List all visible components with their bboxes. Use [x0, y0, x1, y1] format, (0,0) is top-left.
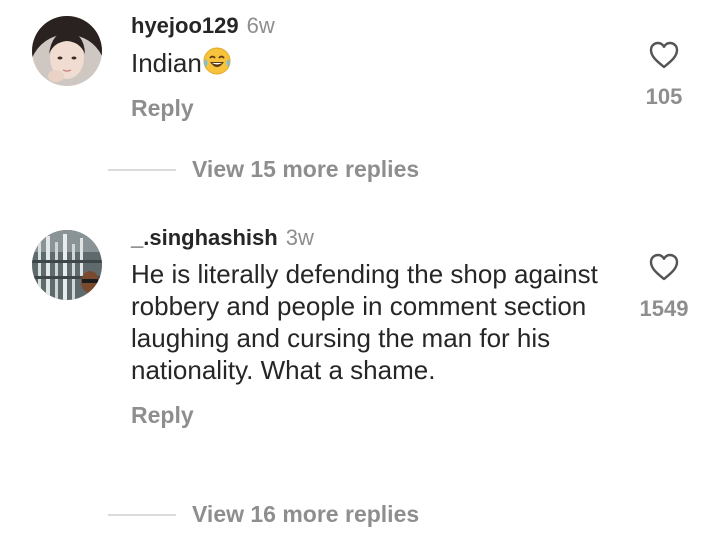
view-more-replies-label[interactable]: View 15 more replies	[192, 156, 419, 183]
comment-time: 3w	[285, 225, 314, 250]
comment-meta: _.singhashish 3w	[131, 224, 601, 252]
view-more-replies-label[interactable]: View 16 more replies	[192, 501, 419, 528]
reply-button[interactable]: Reply	[131, 402, 601, 429]
view-more-replies[interactable]: View 15 more replies	[108, 156, 419, 183]
face-with-tears-of-joy-icon	[202, 46, 232, 76]
heart-icon[interactable]	[648, 252, 680, 282]
like-count: 1549	[639, 296, 689, 321]
username[interactable]: hyejoo129	[131, 13, 239, 38]
reply-button[interactable]: Reply	[131, 95, 275, 122]
username[interactable]: _.singhashish	[131, 225, 278, 250]
comment-text-content: Indian	[131, 48, 202, 78]
avatar[interactable]	[32, 16, 102, 86]
comment-text: He is literally defending the shop again…	[131, 259, 598, 385]
heart-icon[interactable]	[648, 40, 680, 70]
thread-divider	[108, 513, 176, 516]
comment-meta: hyejoo129 6w	[131, 12, 275, 40]
comment-text: Indian	[131, 46, 275, 79]
thread-divider	[108, 168, 176, 171]
comment-time: 6w	[246, 13, 275, 38]
view-more-replies[interactable]: View 16 more replies	[108, 501, 419, 528]
like-control: 105	[624, 40, 704, 110]
like-control: 1549	[624, 252, 704, 322]
like-count: 105	[645, 84, 683, 109]
avatar[interactable]	[32, 230, 102, 300]
